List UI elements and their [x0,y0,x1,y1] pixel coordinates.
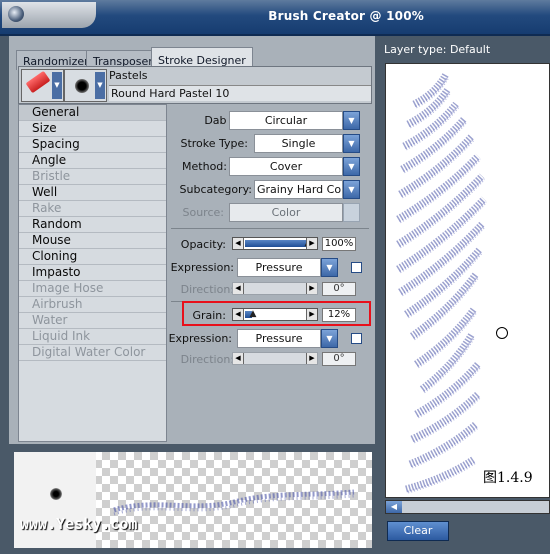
dab-type-row: Dab Type: Circular ▼ [167,111,372,131]
opacity-slider[interactable]: ◀ ▲ ▶ [232,237,318,250]
grain-direction-row: Direction: ◀ ▶ 0° [167,350,372,370]
grain-direction-label: Direction: [180,353,234,366]
arrow-right-icon: ▶ [306,283,317,294]
grain-expression-label: Expression: [168,332,232,345]
arrow-right-icon[interactable]: ▶ [306,238,317,249]
arrow-left-icon: ◀ [233,283,244,294]
chevron-down-icon[interactable]: ▼ [343,180,360,199]
opacity-expression-select[interactable]: Pressure [237,258,321,277]
subcategory-select[interactable]: Grainy Hard Co... [254,180,343,199]
clear-button[interactable]: Clear [387,521,449,541]
category-item[interactable]: Cloning [19,249,166,265]
app-logo-icon [8,6,24,22]
category-item[interactable]: General [19,105,166,121]
opacity-direction-row: Direction: ◀ ▶ 0° [167,280,372,300]
stroke-preview[interactable] [14,452,372,548]
subcategory-label: Subcategory: [179,183,252,196]
method-label: Method: [182,160,227,173]
brush-cursor-icon [496,327,508,339]
title-bar: Brush Creator @ 100% [0,0,550,36]
grain-direction-value: 0° [322,352,356,366]
stroke-type-label: Stroke Type: [180,137,248,150]
scratch-pad-canvas[interactable] [385,63,550,498]
grain-expression-row: Expression: Pressure ▼ [167,329,372,349]
category-item[interactable]: Random [19,217,166,233]
category-item[interactable]: Mouse [19,233,166,249]
opacity-row: Opacity: ◀ ▲ ▶ 100% [167,235,372,255]
brush-variant[interactable]: Round Hard Pastel 10 [109,85,371,101]
category-item: Liquid Ink [19,329,166,345]
brush-selector-bar: ▼ ▼ Pastels Round Hard Pastel 10 [18,66,372,104]
category-item: Rake [19,201,166,217]
opacity-slider-fill [245,240,307,247]
horizontal-scrollbar[interactable]: ◀ [385,500,550,514]
source-row: Source: Color [167,203,372,223]
chevron-down-icon[interactable]: ▼ [95,72,105,99]
source-label: Source: [182,206,225,219]
chevron-down-icon[interactable]: ▼ [321,329,338,348]
stroke-type-select[interactable]: Single [254,134,343,153]
pastel-icon [25,70,51,94]
arrow-left-icon[interactable]: ◀ [233,238,244,249]
category-item[interactable]: Size [19,121,166,137]
opacity-direction-value: 0° [322,282,356,296]
category-item[interactable]: Angle [19,153,166,169]
stroke-type-row: Stroke Type: Single ▼ [167,134,372,154]
chevron-down-icon [343,203,360,222]
opacity-invert-checkbox[interactable] [351,262,362,273]
chevron-down-icon[interactable]: ▼ [343,157,360,176]
title-knob[interactable] [2,2,96,28]
grain-highlight-box [182,301,371,326]
opacity-label: Opacity: [180,238,226,251]
dab-preview-icon [75,79,89,93]
opacity-direction-label: Direction: [180,283,234,296]
preview-stroke [113,489,355,516]
category-item: Bristle [19,169,166,185]
chevron-down-icon[interactable]: ▼ [321,258,338,277]
watermark: www.Yesky.com [20,515,138,533]
category-item: Image Hose [19,281,166,297]
grain-invert-checkbox[interactable] [351,333,362,344]
opacity-value[interactable]: 100% [322,237,356,251]
window-title: Brush Creator @ 100% [268,9,424,23]
category-item[interactable]: Well [19,185,166,201]
category-item[interactable]: Spacing [19,137,166,153]
category-list: General Size Spacing Angle Bristle Well Rake Ra… [18,104,167,442]
brush-category-picker[interactable]: ▼ [21,69,64,102]
grain-expression-select[interactable]: Pressure [237,329,321,348]
arrow-right-icon: ▶ [306,353,317,364]
method-select[interactable]: Cover [229,157,343,176]
category-item[interactable]: Impasto [19,265,166,281]
general-settings: Dab Type: Circular ▼ Stroke Type: Single… [167,104,372,442]
opacity-direction-slider: ◀ ▶ [232,282,318,295]
figure-caption: 图1.4.9 [483,470,533,486]
category-item: Digital Water Color [19,345,166,361]
dab-type-select[interactable]: Circular [229,111,343,130]
source-select: Color [229,203,343,222]
brush-category[interactable]: Pastels [109,69,147,82]
chevron-down-icon[interactable]: ▼ [343,111,360,130]
brush-dab-picker[interactable]: ▼ [64,69,107,102]
pastel-strokes [396,72,488,494]
arrow-left-icon: ◀ [233,353,244,364]
subcategory-row: Subcategory: Grainy Hard Co... ▼ [167,180,372,200]
opacity-expression-label: Expression: [170,261,234,274]
arrow-left-icon[interactable]: ◀ [386,501,402,513]
category-item: Airbrush [19,297,166,313]
brush-names: Pastels Round Hard Pastel 10 [109,67,371,103]
chevron-down-icon[interactable]: ▼ [52,72,62,99]
chevron-down-icon[interactable]: ▼ [343,134,360,153]
opacity-expression-row: Expression: Pressure ▼ [167,258,372,278]
category-item: Water [19,313,166,329]
divider [171,228,369,229]
method-row: Method: Cover ▼ [167,157,372,177]
layer-type-label: Layer type: Default [384,43,491,56]
grain-direction-slider: ◀ ▶ [232,352,318,365]
